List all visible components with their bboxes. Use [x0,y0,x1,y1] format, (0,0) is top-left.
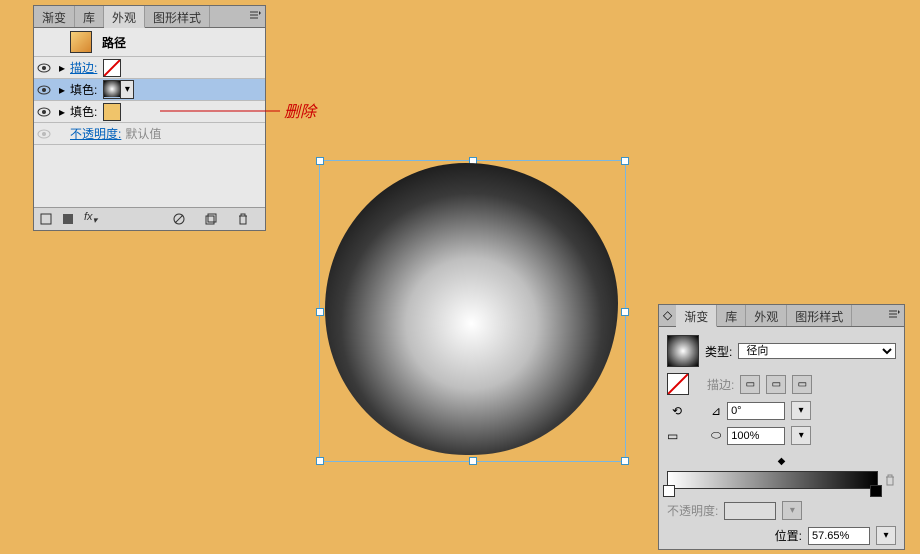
gradient-sphere-artwork[interactable] [325,163,618,455]
collapse-icon[interactable]: ◇ [659,305,676,326]
expand-icon[interactable]: ▸ [54,83,70,97]
object-row[interactable]: 路径 [34,28,265,57]
callout-line [160,107,280,115]
opacity-label[interactable]: 不透明度: [70,125,121,142]
tab-graphic-styles[interactable]: 图形样式 [787,305,852,326]
stop-opacity-input [724,502,776,520]
visibility-icon[interactable] [34,63,54,73]
gradient-stop-white[interactable] [663,485,675,497]
midpoint-diamond-icon[interactable]: ◆ [778,456,786,467]
ar-icon: ⬭ [711,428,721,443]
appearance-list: 路径 ▸ 描边: ▸ 填色: ▾ ▸ 填色: 不透明度: 默认值 [34,28,265,207]
object-label: 路径 [102,34,126,51]
tab-appearance[interactable]: 外观 [746,305,787,326]
opacity-dropdown-icon: ▾ [782,501,802,520]
clear-icon[interactable] [173,213,185,225]
stroke-swatch-icon[interactable] [667,373,689,395]
gradient-panel: ◇ 渐变 库 外观 图形样式 类型: 径向 描边: ▭ ▭ ▭ ⟲ ⊿ ▾ ▭ … [658,304,905,550]
panel-tab-bar: ◇ 渐变 库 外观 图形样式 [659,305,904,327]
aspect-ratio-icon: ▭ [667,429,687,443]
visibility-icon[interactable] [34,85,54,95]
tab-gradient[interactable]: 渐变 [34,6,75,27]
add-stroke-icon[interactable] [62,213,74,225]
gradient-preview-icon[interactable] [667,335,699,367]
type-label: 类型: [705,343,732,360]
color-swatch-icon[interactable] [103,103,121,121]
panel-menu-icon[interactable] [249,9,261,21]
opacity-value: 默认值 [125,125,161,142]
delete-stop-icon[interactable] [884,474,896,486]
tab-gradient[interactable]: 渐变 [676,305,717,327]
position-label: 位置: [775,527,802,544]
tab-library[interactable]: 库 [717,305,746,326]
stroke-label[interactable]: 描边: [70,59,97,76]
expand-icon[interactable]: ▸ [54,61,70,75]
angle-input[interactable] [727,402,785,420]
gradient-ramp[interactable] [667,471,878,489]
trash-icon[interactable] [237,213,249,225]
stroke-label: 描边: [707,376,734,393]
aspect-ratio-input[interactable] [727,427,785,445]
angle-dropdown-icon[interactable]: ▾ [791,401,811,420]
none-swatch-icon[interactable] [103,59,121,77]
fx-button[interactable]: fx▾ [84,211,97,226]
callout-label: 删除 [284,98,316,122]
opacity-row[interactable]: 不透明度: 默认值 [34,123,265,145]
position-dropdown-icon[interactable]: ▾ [876,526,896,545]
position-input[interactable] [808,527,870,545]
duplicate-icon[interactable] [205,213,217,225]
fill-row-1[interactable]: ▸ 填色: ▾ [34,79,265,101]
tab-library[interactable]: 库 [75,6,104,27]
ar-dropdown-icon[interactable]: ▾ [791,426,811,445]
new-art-icon[interactable] [40,213,52,225]
fill-label: 填色: [70,103,97,120]
appearance-panel: 渐变 库 外观 图形样式 路径 ▸ 描边: ▸ 填色: ▾ ▸ [33,5,266,231]
panel-footer: fx▾ [34,207,265,230]
gradient-swatch-icon[interactable] [104,81,120,97]
visibility-icon[interactable] [34,107,54,117]
stroke-row[interactable]: ▸ 描边: [34,57,265,79]
reverse-gradient-icon[interactable]: ⟲ [667,404,687,418]
tab-graphic-styles[interactable]: 图形样式 [145,6,210,27]
list-empty-area [34,145,265,207]
tab-appearance[interactable]: 外观 [104,6,145,28]
panel-tab-bar: 渐变 库 外观 图形样式 [34,6,265,28]
gradient-stop-black[interactable] [870,485,882,497]
object-thumb-icon [70,31,92,53]
type-select[interactable]: 径向 [738,343,896,359]
fill-label: 填色: [70,81,97,98]
swatch-dropdown-icon[interactable]: ▾ [120,81,133,98]
stroke-mode-2-icon: ▭ [766,375,786,394]
angle-icon: ⊿ [711,404,721,418]
stroke-mode-1-icon: ▭ [740,375,760,394]
visibility-icon-disabled [34,129,54,139]
stop-opacity-label: 不透明度: [667,502,718,519]
expand-icon[interactable]: ▸ [54,105,70,119]
panel-menu-icon[interactable] [888,308,900,320]
stroke-mode-3-icon: ▭ [792,375,812,394]
